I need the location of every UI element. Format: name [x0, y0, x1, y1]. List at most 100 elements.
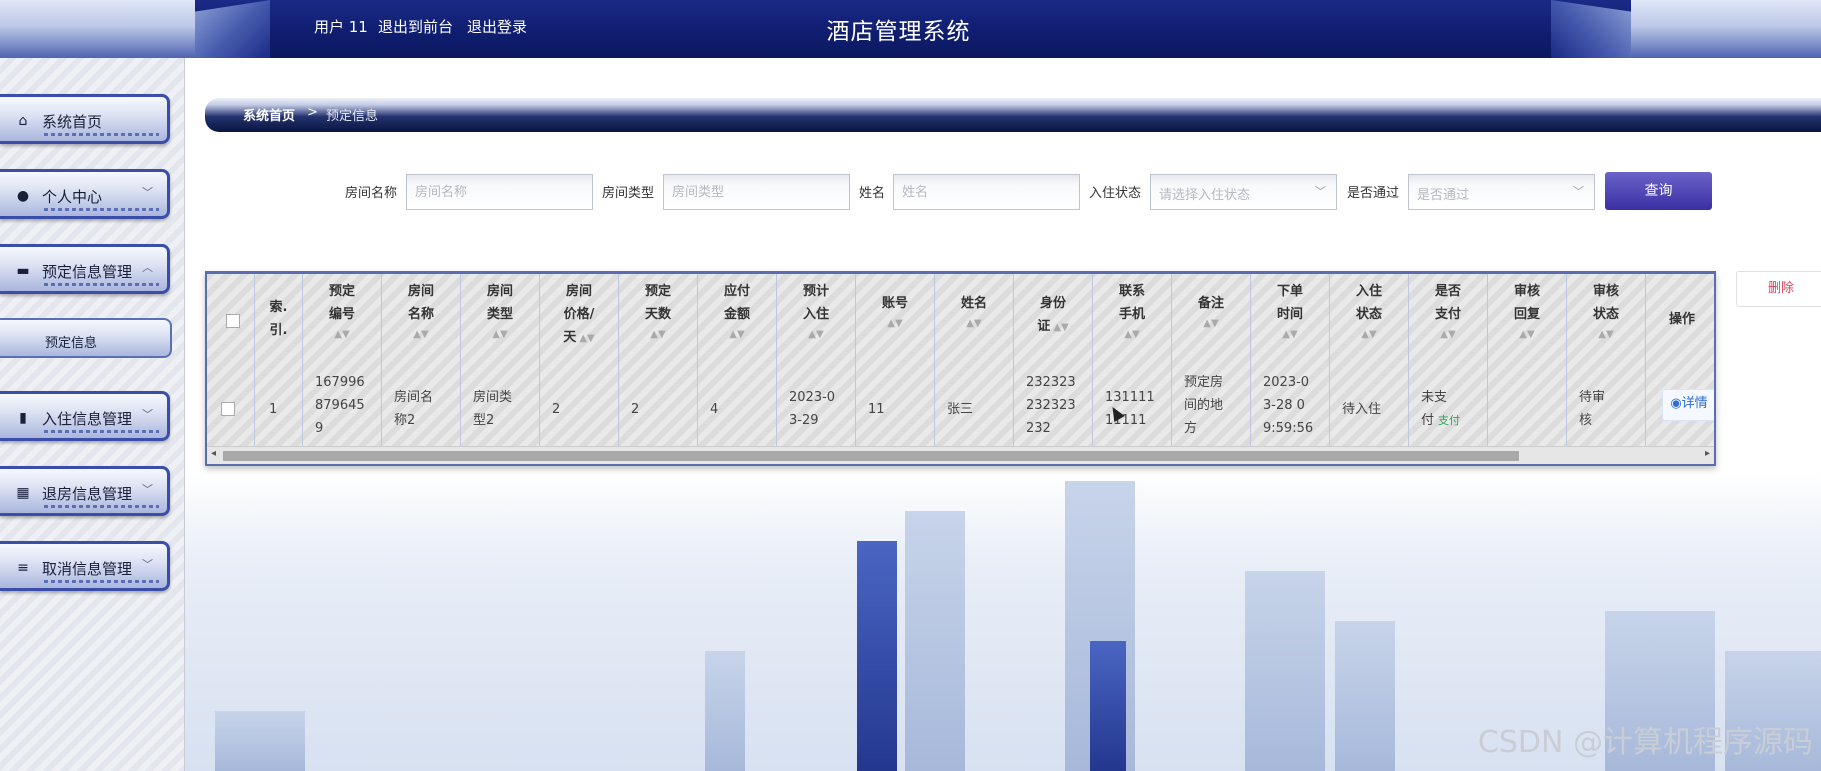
table-column-name[interactable]: 姓名 ▲▼ 张三 [935, 274, 1014, 450]
table-column-review-status[interactable]: 审核 状态 ▲▼ 待审 核 [1567, 274, 1646, 450]
sidebar-item-booking-management[interactable]: ▬ 预定信息管理 ︿ [0, 244, 170, 294]
column-header-days[interactable]: 预定 天数 ▲▼ [619, 280, 697, 341]
column-header-remark[interactable]: 备注 ▲▼ [1172, 292, 1250, 330]
sort-icon: ▲▼ [1519, 329, 1535, 340]
cell-paid: 未支 付支付 [1421, 386, 1481, 432]
table-column-phone[interactable]: 联系 手机 ▲▼ 131111 11111 [1093, 274, 1172, 450]
column-header-checkin-status[interactable]: 入住 状态 ▲▼ [1330, 280, 1408, 341]
sidebar-item-label: 系统首页 [42, 113, 103, 131]
building-shape [215, 711, 305, 771]
booking-table: 索. 引. 1 预定 编号 ▲▼ 167996 879645 9 房间 名称 ▲▼ … [205, 271, 1716, 466]
select-all-checkbox[interactable] [226, 314, 240, 328]
sort-icon: ▲▼ [579, 333, 595, 344]
pay-link[interactable]: 支付 [1438, 414, 1460, 427]
column-header-price[interactable]: 房间 价格/ 天 ▲▼ [540, 280, 618, 349]
building-shape [1335, 621, 1395, 771]
cell-days: 2 [631, 402, 640, 417]
sidebar: ⌂ 系统首页 ● 个人中心 ﹀ ▬ 预定信息管理 ︿ 预定信息 ▮ 入住信息管理… [0, 58, 185, 771]
table-column-review-reply[interactable]: 审核 回复 ▲▼ [1488, 274, 1567, 450]
sidebar-item-label: 入住信息管理 [42, 410, 133, 428]
cell-price: 2 [552, 402, 561, 417]
sort-icon: ▲▼ [334, 329, 350, 340]
table-column-price[interactable]: 房间 价格/ 天 ▲▼ 2 [540, 274, 619, 450]
app-title: 酒店管理系统 [826, 19, 971, 45]
cell-order-time: 2023-0 3-28 0 9:59:56 [1263, 375, 1314, 436]
sort-icon: ▲▼ [729, 329, 745, 340]
column-header-order-time[interactable]: 下单 时间 ▲▼ [1251, 280, 1329, 341]
table-column-booking-no[interactable]: 预定 编号 ▲▼ 167996 879645 9 [303, 274, 382, 450]
column-header-booking-no[interactable]: 预定 编号 ▲▼ [303, 280, 381, 341]
column-header-name[interactable]: 姓名 ▲▼ [935, 292, 1013, 330]
decorative-dots [44, 430, 159, 433]
sort-icon: ▲▼ [492, 329, 508, 340]
column-header-phone[interactable]: 联系 手机 ▲▼ [1093, 280, 1171, 341]
room-name-input[interactable] [406, 174, 593, 210]
grid-icon: ▦ [16, 485, 30, 501]
column-header-checkin-date[interactable]: 预计 入住 ▲▼ [777, 280, 855, 341]
table-horizontal-scrollbar[interactable]: ◂ ▸ [207, 446, 1714, 464]
column-header-actions: 操作 [1668, 312, 1695, 327]
column-header-review-reply[interactable]: 审核 回复 ▲▼ [1488, 280, 1566, 341]
table-column-days[interactable]: 预定 天数 ▲▼ 2 [619, 274, 698, 450]
column-header-room-type[interactable]: 房间 类型 ▲▼ [461, 280, 539, 341]
sidebar-item-personal-center[interactable]: ● 个人中心 ﹀ [0, 169, 170, 219]
row-checkbox[interactable] [221, 402, 235, 416]
cell-account: 11 [868, 402, 885, 417]
sort-icon: ▲▼ [887, 318, 903, 329]
building-shape [905, 511, 965, 771]
scroll-left-icon[interactable]: ◂ [211, 448, 216, 459]
table-column-paid[interactable]: 是否 支付 ▲▼ 未支 付支付 [1409, 274, 1488, 450]
sidebar-item-label: 取消信息管理 [42, 560, 133, 578]
column-header-paid[interactable]: 是否 支付 ▲▼ [1409, 280, 1487, 341]
approved-select[interactable]: 是否通过 ﹀ [1408, 174, 1595, 210]
column-header-amount[interactable]: 应付 金额 ▲▼ [698, 280, 776, 341]
sort-icon: ▲▼ [1361, 329, 1377, 340]
table-column-id-card[interactable]: 身份 证 ▲▼ 232323 232323 232 [1014, 274, 1093, 450]
table-column-room-name[interactable]: 房间 名称 ▲▼ 房间名 称2 [382, 274, 461, 450]
sidebar-item-home[interactable]: ⌂ 系统首页 [0, 94, 170, 144]
table-column-account[interactable]: 账号 ▲▼ 11 [856, 274, 935, 450]
table-column-room-type[interactable]: 房间 类型 ▲▼ 房间类 型2 [461, 274, 540, 450]
table-column-remark[interactable]: 备注 ▲▼ 预定房 间的地 方 [1172, 274, 1251, 450]
approved-label: 是否通过 [1347, 186, 1400, 201]
bar-chart-icon: ▮ [19, 410, 27, 426]
user-icon: ● [16, 188, 30, 204]
sort-icon: ▲▼ [1203, 318, 1219, 329]
cell-checkin-date: 2023-0 3-29 [789, 390, 836, 428]
name-input[interactable] [893, 174, 1080, 210]
scroll-right-icon[interactable]: ▸ [1705, 448, 1710, 459]
sidebar-item-checkin-management[interactable]: ▮ 入住信息管理 ﹀ [0, 391, 170, 441]
detail-button[interactable]: ◉详情 [1662, 389, 1714, 421]
chevron-down-icon: ﹀ [1573, 185, 1584, 198]
decorative-dots [44, 283, 159, 286]
column-header-index: 索. 引. [269, 300, 288, 338]
table-column-order-time[interactable]: 下单 时间 ▲▼ 2023-0 3-28 0 9:59:56 [1251, 274, 1330, 450]
table-column-amount[interactable]: 应付 金额 ▲▼ 4 [698, 274, 777, 450]
query-button[interactable]: 查询 [1605, 172, 1712, 210]
column-header-account[interactable]: 账号 ▲▼ [856, 292, 934, 330]
sidebar-item-checkout-management[interactable]: ▦ 退房信息管理 ﹀ [0, 466, 170, 516]
breadcrumb-home-link[interactable]: 系统首页 [243, 105, 295, 124]
table-column-checkin-date[interactable]: 预计 入住 ▲▼ 2023-0 3-29 [777, 274, 856, 450]
top-header: 用户 11 退出到前台 退出登录 酒店管理系统 [0, 0, 1821, 58]
cell-checkin-status: 待入住 [1342, 402, 1382, 417]
room-type-label: 房间类型 [602, 186, 655, 201]
column-header-room-name[interactable]: 房间 名称 ▲▼ [382, 280, 460, 341]
column-header-id-card[interactable]: 身份 证 ▲▼ [1014, 292, 1092, 338]
sidebar-subitem-booking-info[interactable]: 预定信息 [0, 318, 172, 358]
monitor-icon: ▬ [16, 263, 30, 279]
scrollbar-thumb[interactable] [223, 451, 1519, 461]
sidebar-item-label: 退房信息管理 [42, 485, 133, 503]
checkin-status-select[interactable]: 请选择入住状态 ﹀ [1150, 174, 1337, 210]
sidebar-item-cancel-management[interactable]: ≡ 取消信息管理 ﹀ [0, 541, 170, 591]
room-type-input[interactable] [663, 174, 850, 210]
delete-button[interactable]: 删除 [1736, 271, 1821, 307]
sidebar-item-label: 预定信息管理 [42, 263, 133, 281]
decorative-dots [44, 208, 159, 211]
table-column-actions: 操作 ◉详情 [1646, 274, 1714, 450]
checkin-status-label: 入住状态 [1089, 186, 1142, 201]
sort-icon: ▲▼ [1440, 329, 1456, 340]
column-header-review-status[interactable]: 审核 状态 ▲▼ [1567, 280, 1645, 341]
table-column-checkin-status[interactable]: 入住 状态 ▲▼ 待入住 [1330, 274, 1409, 450]
chevron-up-icon: ︿ [142, 261, 153, 274]
